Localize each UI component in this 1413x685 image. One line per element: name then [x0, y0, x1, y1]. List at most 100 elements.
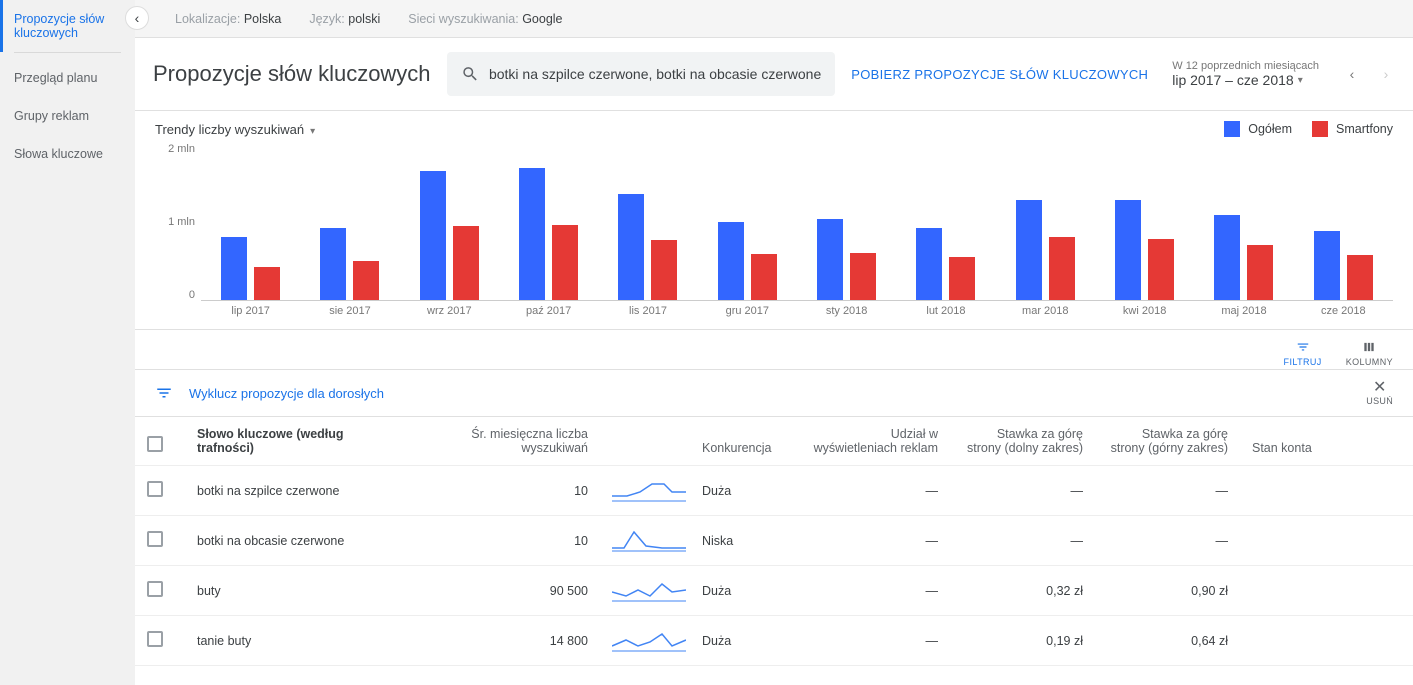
- bar-total: [1214, 215, 1240, 300]
- chevron-left-icon: ‹: [135, 10, 140, 26]
- x-tick: paź 2017: [499, 301, 598, 323]
- cell-high: —: [1095, 466, 1240, 516]
- columns-icon: [1360, 340, 1378, 354]
- keyword-search-input[interactable]: [489, 66, 821, 82]
- cell-share: —: [800, 516, 950, 566]
- cell-share: —: [800, 616, 950, 666]
- settings-bar: Lokalizacje: Polska Język: polski Sieci …: [135, 0, 1413, 38]
- sidebar-item-plan-overview[interactable]: Przegląd planu: [0, 59, 135, 97]
- x-tick: lut 2018: [896, 301, 995, 323]
- x-tick: lis 2017: [598, 301, 697, 323]
- bar-smartphone: [453, 226, 479, 300]
- bar-smartphone: [1347, 255, 1373, 300]
- cell-status: [1240, 516, 1413, 566]
- x-tick: lip 2017: [201, 301, 300, 323]
- sidebar-item-keyword-ideas[interactable]: Propozycje słów kluczowych: [0, 0, 135, 52]
- chart-bucket: [598, 143, 697, 300]
- bar-total: [1016, 200, 1042, 300]
- sparkline: [612, 626, 686, 652]
- chart-bucket: [300, 143, 399, 300]
- language-setting[interactable]: Język: polski: [309, 12, 380, 26]
- bar-total: [618, 194, 644, 300]
- search-icon: [461, 64, 479, 84]
- cell-low: 0,32 zł: [950, 566, 1095, 616]
- table-toolbar: FILTRUJ KOLUMNY: [135, 330, 1413, 370]
- date-range-sublabel: W 12 poprzednich miesiącach: [1172, 60, 1319, 72]
- chart-bucket: [499, 143, 598, 300]
- col-bid-high[interactable]: Stawka za górę strony (górny zakres): [1095, 417, 1240, 466]
- search-trends-chart: 2 mln 1 mln 0 lip 2017sie 2017wrz 2017pa…: [155, 143, 1393, 323]
- cell-status: [1240, 616, 1413, 666]
- bar-total: [1115, 200, 1141, 300]
- bar-smartphone: [1148, 239, 1174, 300]
- col-keyword[interactable]: Słowo kluczowe (według trafności): [185, 417, 400, 466]
- x-tick: sty 2018: [797, 301, 896, 323]
- sparkline: [612, 576, 686, 602]
- y-tick: 2 mln: [168, 143, 195, 155]
- bar-smartphone: [353, 261, 379, 300]
- bar-smartphone: [1247, 245, 1273, 300]
- network-setting[interactable]: Sieci wyszukiwania: Google: [408, 12, 562, 26]
- col-bid-low[interactable]: Stawka za górę strony (dolny zakres): [950, 417, 1095, 466]
- select-all-checkbox[interactable]: [147, 436, 163, 452]
- next-period-button[interactable]: ›: [1377, 65, 1395, 83]
- dropdown-icon: ▾: [1298, 75, 1303, 86]
- col-impression-share[interactable]: Udział w wyświetleniach reklam: [800, 417, 950, 466]
- bar-smartphone: [751, 254, 777, 300]
- sparkline: [612, 526, 686, 552]
- y-tick: 1 mln: [168, 216, 195, 228]
- date-range-value: lip 2017 – cze 2018: [1172, 72, 1293, 88]
- sidebar-item-keywords[interactable]: Słowa kluczowe: [0, 135, 135, 173]
- cell-competition: Duża: [690, 616, 800, 666]
- bar-total: [1314, 231, 1340, 300]
- row-checkbox[interactable]: [147, 581, 163, 597]
- date-range-selector[interactable]: W 12 poprzednich miesiącach lip 2017 – c…: [1172, 60, 1319, 88]
- collapse-sidebar-button[interactable]: ‹: [125, 6, 149, 30]
- y-tick: 0: [189, 289, 195, 301]
- filter-button[interactable]: FILTRUJ: [1284, 340, 1322, 367]
- x-tick: cze 2018: [1294, 301, 1393, 323]
- bar-smartphone: [254, 267, 280, 300]
- prev-period-button[interactable]: ‹: [1343, 65, 1361, 83]
- bar-total: [916, 228, 942, 300]
- row-checkbox[interactable]: [147, 481, 163, 497]
- cell-share: —: [800, 566, 950, 616]
- download-ideas-button[interactable]: POBIERZ PROPOZYCJE SŁÓW KLUCZOWYCH: [851, 67, 1148, 82]
- cell-low: —: [950, 516, 1095, 566]
- filter-icon: [1294, 340, 1312, 354]
- sidebar-item-ad-groups[interactable]: Grupy reklam: [0, 97, 135, 135]
- cell-low: —: [950, 466, 1095, 516]
- columns-button[interactable]: KOLUMNY: [1346, 340, 1393, 367]
- col-competition[interactable]: Konkurencja: [690, 417, 800, 466]
- page-header: Propozycje słów kluczowych POBIERZ PROPO…: [135, 38, 1413, 111]
- cell-keyword: tanie buty: [185, 616, 400, 666]
- bar-total: [817, 219, 843, 300]
- filter-icon: [155, 384, 173, 402]
- remove-filter-button[interactable]: ✕ USUŃ: [1366, 380, 1393, 406]
- bar-total: [320, 228, 346, 300]
- keyword-search[interactable]: [447, 52, 836, 96]
- exclude-adult-link[interactable]: Wyklucz propozycje dla dorosłych: [189, 386, 384, 401]
- cell-status: [1240, 566, 1413, 616]
- chart-legend: Ogółem Smartfony: [1224, 121, 1393, 137]
- row-checkbox[interactable]: [147, 631, 163, 647]
- chart-bucket: [201, 143, 300, 300]
- cell-high: 0,64 zł: [1095, 616, 1240, 666]
- chart-bucket: [1194, 143, 1293, 300]
- x-tick: maj 2018: [1194, 301, 1293, 323]
- sidebar: ‹ Propozycje słów kluczowych Przegląd pl…: [0, 0, 135, 685]
- legend-smartphones: Smartfony: [1312, 121, 1393, 137]
- row-checkbox[interactable]: [147, 531, 163, 547]
- col-avg-searches[interactable]: Śr. miesięczna liczba wyszukiwań: [400, 417, 600, 466]
- keywords-table: Słowo kluczowe (według trafności) Śr. mi…: [135, 417, 1413, 666]
- cell-keyword: buty: [185, 566, 400, 616]
- page-title: Propozycje słów kluczowych: [153, 61, 431, 87]
- bar-total: [519, 168, 545, 300]
- bar-smartphone: [552, 225, 578, 300]
- table-row: buty90 500Duża—0,32 zł0,90 zł: [135, 566, 1413, 616]
- col-account-status[interactable]: Stan konta: [1240, 417, 1413, 466]
- location-setting[interactable]: Lokalizacje: Polska: [175, 12, 281, 26]
- chart-bucket: [996, 143, 1095, 300]
- chart-metric-dropdown[interactable]: Trendy liczby wyszukiwań: [155, 122, 315, 137]
- active-filter-row: Wyklucz propozycje dla dorosłych ✕ USUŃ: [135, 370, 1413, 417]
